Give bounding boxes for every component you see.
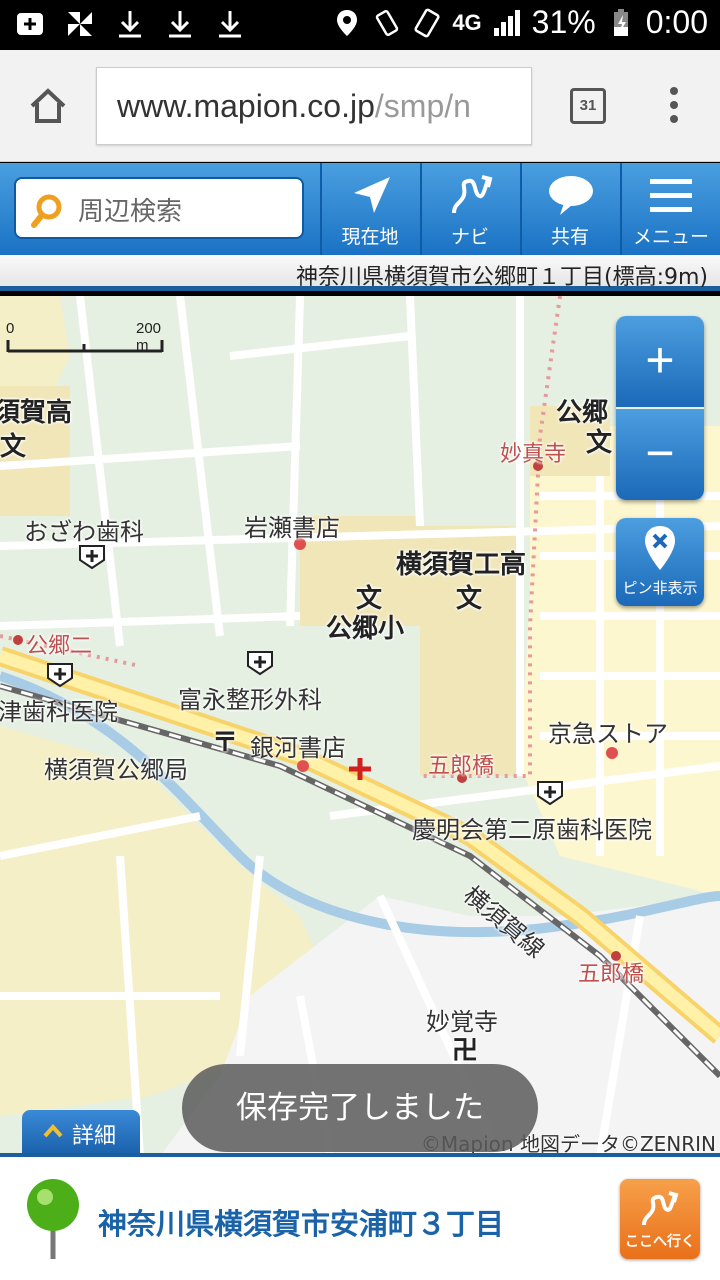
network-type: 4G [452, 9, 482, 35]
location-icon [337, 9, 358, 36]
details-tab[interactable]: 詳細 [22, 1110, 140, 1156]
browser-toolbar: www.mapion.co.jp/smp/n 31 [0, 50, 720, 162]
hide-pins-label: ピン非表示 [622, 579, 698, 597]
green-pin-icon [27, 1179, 79, 1259]
search-placeholder: 周辺検索 [78, 197, 183, 227]
details-label: 詳細 [72, 1124, 117, 1149]
download-icon [169, 11, 191, 38]
notification-icons [14, 8, 246, 40]
map-view[interactable]: 0 200 m 須賀高 文 公郷 文 妙真寺 おざわ歯科 岩瀬書店 横須賀工高 … [0, 296, 720, 1156]
menu-button[interactable]: メニュー [620, 163, 720, 255]
scale-bar: 0 200 m [6, 320, 166, 356]
saved-toast: 保存完了しました [182, 1064, 538, 1152]
current-address-text: 神奈川県横須賀市公郷町１丁目(標高:9m) [295, 265, 708, 290]
hospital-icon [79, 545, 105, 570]
speech-bubble-icon [549, 176, 593, 215]
map-label: 五郎橋 [578, 962, 645, 987]
overflow-menu-icon[interactable] [662, 84, 686, 128]
rotate-icon [414, 8, 440, 37]
pinwheel-icon [68, 12, 92, 36]
location-arrow-icon [354, 177, 390, 213]
route-icon [642, 1191, 679, 1226]
hospital-icon [537, 781, 563, 806]
tabs-button[interactable]: 31 [570, 88, 606, 124]
map-label: 横須賀工高 [396, 550, 527, 580]
share-label: 共有 [550, 226, 589, 248]
menu-label: メニュー [632, 226, 709, 248]
map-label: 岩瀬書店 [244, 514, 340, 542]
nearby-search-input[interactable]: 周辺検索 [14, 177, 304, 239]
temple-symbol: 卍 [452, 1036, 479, 1066]
zoom-in-button[interactable]: + [616, 316, 704, 407]
navi-label: ナビ [450, 226, 489, 248]
plus-notification-icon [17, 13, 43, 35]
app-header: 周辺検索 現在地 ナビ 共有 メニュー [0, 163, 720, 255]
zoom-out-button[interactable]: − [616, 409, 704, 500]
go-here-button[interactable]: ここへ行く [620, 1179, 700, 1259]
hamburger-menu-icon [650, 179, 692, 212]
bottom-address-bar: 神奈川県横須賀市安浦町３丁目 ここへ行く [0, 1153, 720, 1280]
map-label: 公郷二 [26, 634, 93, 659]
map-label: 銀河書店 [250, 734, 346, 762]
map-label: 妙真寺 [500, 442, 567, 467]
go-here-label: ここへ行く [625, 1234, 695, 1250]
current-location-label: 現在地 [341, 226, 399, 248]
zoom-controls: + − [616, 316, 704, 500]
chevron-up-icon [43, 1123, 63, 1138]
map-label: 横須賀公郷局 [44, 756, 188, 784]
route-icon [452, 175, 493, 214]
current-location-button[interactable]: 現在地 [320, 163, 418, 255]
url-path: /smp/n [374, 88, 471, 124]
map-label: 公郷小 [326, 614, 405, 644]
hide-pins-button[interactable]: ピン非表示 [616, 518, 704, 606]
map-label: 富永整形外科 [178, 686, 322, 714]
school-symbol: 文 [456, 584, 483, 614]
map-label: 津歯科医院 [0, 698, 118, 726]
search-icon [31, 194, 62, 228]
scale-start-label: 0 [6, 320, 15, 337]
battery-charging-icon [613, 8, 628, 36]
signal-icon [493, 9, 520, 36]
clock: 0:00 [645, 4, 708, 40]
current-address-bar: 神奈川県横須賀市公郷町１丁目(標高:9m) [0, 255, 720, 291]
map-label: 須賀高 [0, 398, 73, 428]
url-host: www.mapion.co.jp [117, 88, 375, 124]
vibrate-icon [376, 9, 399, 36]
selected-address: 神奈川県横須賀市安浦町３丁目 [98, 1207, 505, 1241]
url-field[interactable]: www.mapion.co.jp/smp/n [96, 67, 532, 145]
map-label: 京急ストア [548, 720, 668, 748]
download-icon [219, 11, 241, 38]
download-icon [119, 11, 141, 38]
navi-button[interactable]: ナビ [420, 163, 518, 255]
system-status: 4G 31% 0:00 [332, 4, 708, 41]
home-icon[interactable] [26, 84, 70, 128]
post-office-symbol: 〒 [212, 728, 239, 758]
hospital-icon [247, 651, 273, 676]
status-bar: 4G 31% 0:00 [0, 0, 720, 50]
share-button[interactable]: 共有 [520, 163, 618, 255]
battery-percent: 31% [531, 4, 596, 40]
map-label: 五郎橋 [428, 754, 495, 779]
hospital-icon [47, 663, 73, 688]
school-symbol: 文 [0, 432, 27, 462]
map-label: 慶明会第二原歯科医院 [412, 816, 652, 844]
school-symbol: 文 [586, 428, 613, 458]
pin-off-icon [645, 526, 675, 570]
